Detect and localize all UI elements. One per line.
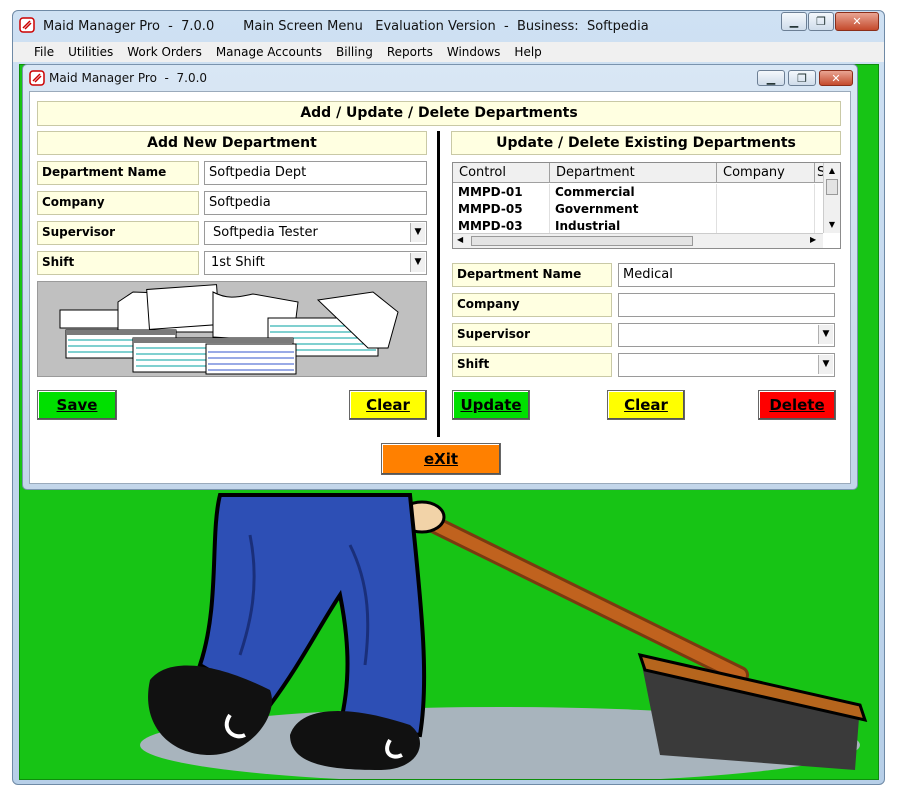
update-clear-button[interactable]: Clear	[607, 390, 685, 420]
add-clear-button[interactable]: Clear	[349, 390, 427, 420]
grid-cell-control: MMPD-05	[453, 201, 550, 218]
add-shift-label: Shift	[37, 251, 199, 275]
menu-billing[interactable]: Billing	[329, 45, 380, 59]
restore-icon: ❐	[816, 15, 826, 28]
chevron-down-icon[interactable]: ▼	[818, 325, 833, 344]
h-scroll-thumb[interactable]	[471, 236, 693, 246]
update-department-name-input[interactable]: Medical	[618, 263, 835, 287]
table-row[interactable]: MMPD-01 Commercial	[453, 184, 825, 201]
update-supervisor-label: Supervisor	[452, 323, 612, 347]
dialog-app-icon[interactable]	[29, 70, 45, 86]
menu-reports[interactable]: Reports	[380, 45, 440, 59]
update-supervisor-select[interactable]: ▼	[618, 323, 835, 347]
update-shift-select[interactable]: ▼	[618, 353, 835, 377]
grid-cell-company	[717, 201, 815, 218]
grid-header-department[interactable]: Department	[550, 163, 717, 183]
minimize-icon: ▁	[766, 71, 776, 85]
maximize-button[interactable]: ❐	[808, 12, 834, 31]
chevron-down-icon[interactable]: ▼	[818, 355, 833, 374]
menu-help[interactable]: Help	[507, 45, 548, 59]
save-button[interactable]: Save	[37, 390, 117, 420]
dialog-close-button[interactable]: ✕	[819, 70, 853, 86]
menu-utilities[interactable]: Utilities	[61, 45, 120, 59]
menu-file[interactable]: File	[27, 45, 61, 59]
update-shift-label: Shift	[452, 353, 612, 377]
scroll-up-icon[interactable]: ▲	[824, 163, 840, 179]
grid-header-control[interactable]: Control	[453, 163, 550, 183]
scroll-left-icon[interactable]: ◀	[457, 235, 463, 244]
update-department-name-label: Department Name	[452, 263, 612, 287]
update-section-title: Update / Delete Existing Departments	[451, 131, 841, 155]
add-company-label: Company	[37, 191, 199, 215]
add-supervisor-label: Supervisor	[37, 221, 199, 245]
add-shift-select[interactable]: 1st Shift ▼	[204, 251, 427, 275]
scroll-thumb[interactable]	[826, 179, 838, 195]
delete-button[interactable]: Delete	[758, 390, 836, 420]
dialog-title: Maid Manager Pro - 7.0.0	[49, 71, 208, 85]
dialog-minimize-button[interactable]: ▁	[757, 70, 785, 86]
menu-windows[interactable]: Windows	[440, 45, 508, 59]
grid-horizontal-scrollbar[interactable]: ◀ ▶	[453, 233, 823, 248]
scroll-down-icon[interactable]: ▼	[824, 217, 840, 233]
documents-illustration	[37, 281, 427, 377]
panel-divider	[437, 131, 440, 437]
app-icon[interactable]	[19, 17, 35, 33]
grid-cell-department: Government	[550, 201, 717, 218]
grid-vertical-scrollbar[interactable]: ▲ ▼	[823, 163, 840, 233]
documents-icon	[59, 284, 399, 375]
grid-cell-company	[717, 184, 815, 201]
update-company-input[interactable]	[618, 293, 835, 317]
update-company-label: Company	[452, 293, 612, 317]
add-section-title: Add New Department	[37, 131, 427, 155]
chevron-down-icon[interactable]: ▼	[410, 223, 425, 242]
grid-cell-department: Commercial	[550, 184, 717, 201]
close-button[interactable]: ✕	[835, 12, 879, 31]
table-row[interactable]: MMPD-05 Government	[453, 201, 825, 218]
grid-header-company[interactable]: Company	[717, 163, 815, 183]
minimize-icon: ▁	[789, 15, 799, 28]
exit-button[interactable]: eXit	[381, 443, 501, 475]
add-shift-value: 1st Shift	[211, 255, 265, 270]
menu-manage-accounts[interactable]: Manage Accounts	[209, 45, 329, 59]
add-department-name-label: Department Name	[37, 161, 199, 185]
departments-grid[interactable]: Control Department Company S MMPD-01 Com…	[452, 162, 841, 249]
dialog-maximize-button[interactable]: ❐	[788, 70, 816, 86]
dialog-header: Add / Update / Delete Departments	[37, 101, 841, 126]
menu-bar: File Utilities Work Orders Manage Accoun…	[13, 42, 884, 62]
window-title: Maid Manager Pro - 7.0.0 Main Screen Men…	[43, 19, 649, 34]
close-icon: ✕	[831, 71, 841, 85]
grid-cell-control: MMPD-01	[453, 184, 550, 201]
scroll-right-icon[interactable]: ▶	[810, 235, 816, 244]
minimize-button[interactable]: ▁	[781, 12, 807, 31]
add-supervisor-value: Softpedia Tester	[213, 225, 318, 240]
add-department-name-input[interactable]: Softpedia Dept	[204, 161, 427, 185]
close-icon: ✕	[852, 15, 862, 28]
update-button[interactable]: Update	[452, 390, 530, 420]
restore-icon: ❐	[797, 71, 807, 85]
menu-work-orders[interactable]: Work Orders	[120, 45, 209, 59]
chevron-down-icon[interactable]: ▼	[410, 253, 425, 272]
add-supervisor-select[interactable]: Softpedia Tester ▼	[204, 221, 427, 245]
add-company-input[interactable]: Softpedia	[204, 191, 427, 215]
